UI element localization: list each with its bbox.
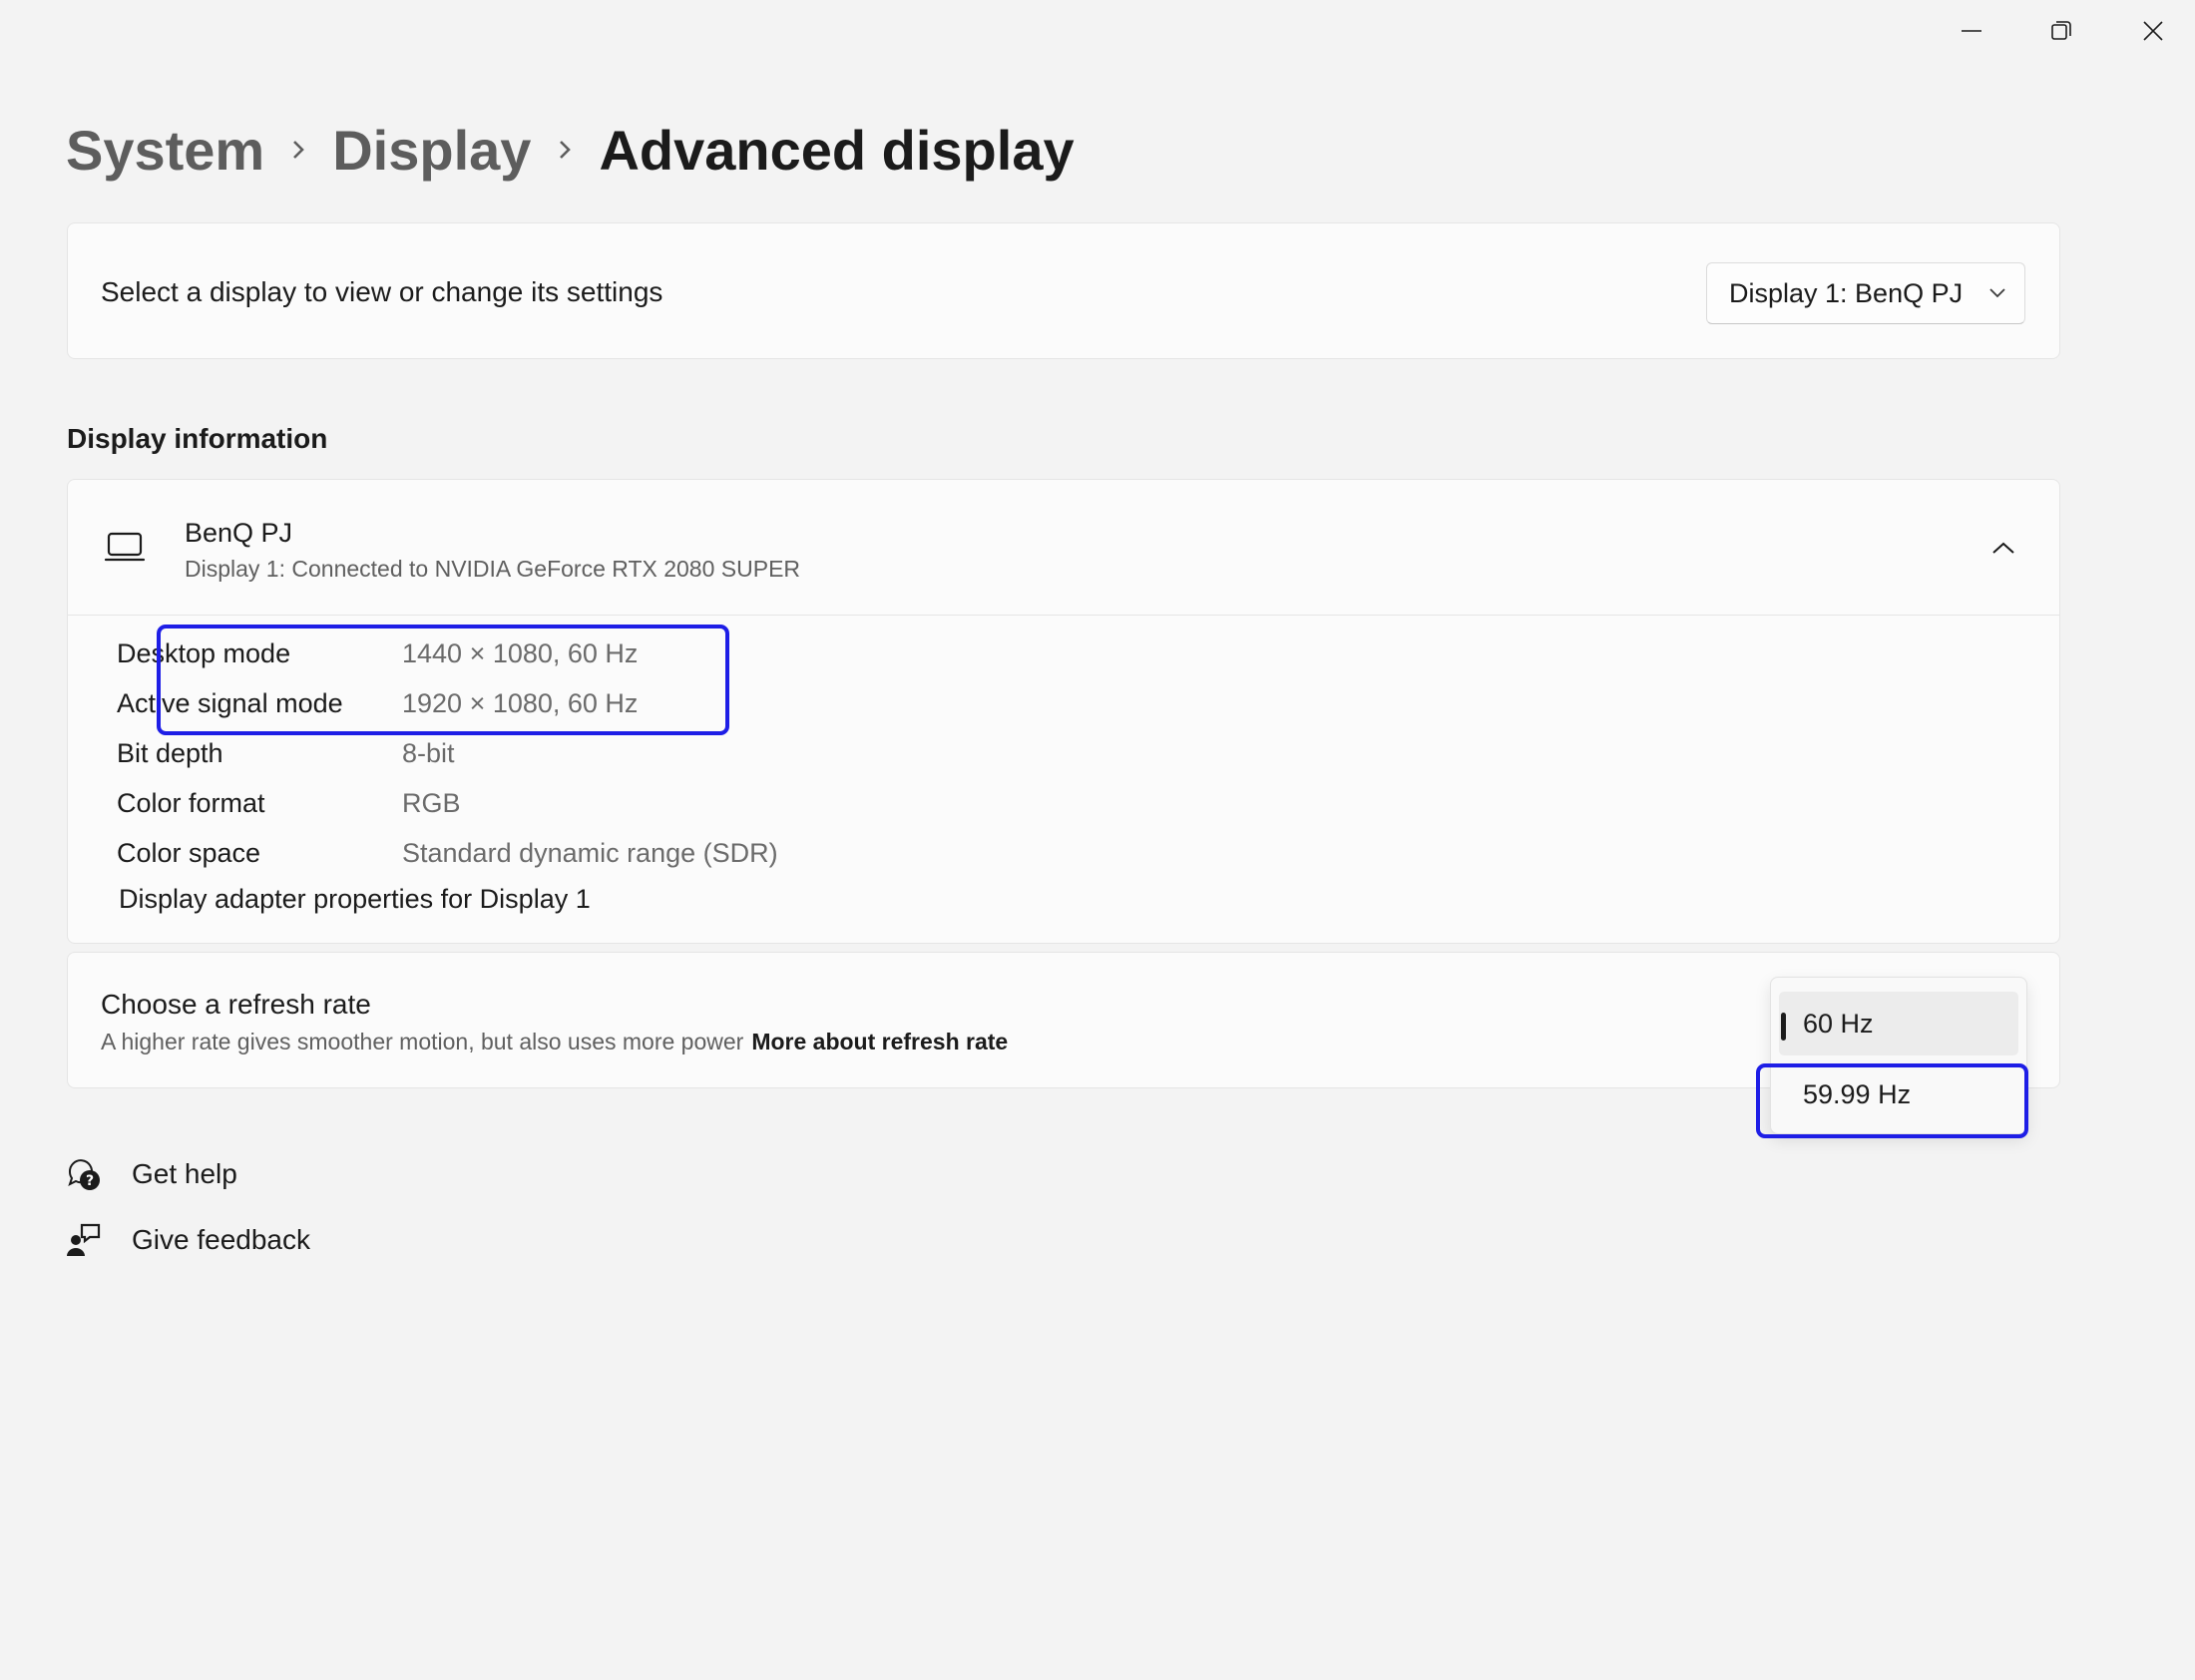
minimize-button[interactable] xyxy=(1926,0,2017,62)
section-title-display-information: Display information xyxy=(67,423,328,454)
svg-text:?: ? xyxy=(86,1173,94,1189)
give-feedback-icon xyxy=(66,1222,132,1258)
display-select-prompt: Select a display to view or change its s… xyxy=(101,275,663,307)
close-icon xyxy=(2143,21,2163,41)
refresh-rate-option-59-99[interactable]: 59.99 Hz xyxy=(1779,1062,2018,1126)
display-adapter-properties-link[interactable]: Display adapter properties for Display 1 xyxy=(119,884,591,915)
refresh-rate-option-60[interactable]: 60 Hz xyxy=(1779,992,2018,1055)
info-value: 1440 × 1080, 60 Hz xyxy=(402,637,639,668)
display-select-value: Display 1: BenQ PJ xyxy=(1729,277,1964,308)
info-label: Color format xyxy=(117,787,265,818)
info-row-desktop-mode: Desktop mode 1440 × 1080, 60 Hz xyxy=(117,633,638,673)
refresh-rate-dropdown[interactable]: 60 Hz 59.99 Hz xyxy=(1770,977,2027,1134)
selection-indicator xyxy=(1781,1013,1786,1041)
refresh-rate-desc-text: A higher rate gives smoother motion, but… xyxy=(101,1029,744,1054)
info-value: RGB xyxy=(402,787,461,818)
breadcrumb: System Display Advanced display xyxy=(66,112,1075,188)
display-select-card: Select a display to view or change its s… xyxy=(67,222,2060,359)
info-row-active-signal-mode: Active signal mode 1920 × 1080, 60 Hz xyxy=(117,683,638,723)
restore-button[interactable] xyxy=(2015,0,2107,62)
refresh-rate-card: Choose a refresh rate A higher rate give… xyxy=(67,952,2060,1088)
get-help-icon: ? xyxy=(66,1156,132,1192)
refresh-rate-description: A higher rate gives smoother motion, but… xyxy=(101,1029,1008,1055)
info-label: Desktop mode xyxy=(117,637,291,668)
info-row-color-space: Color space Standard dynamic range (SDR) xyxy=(117,833,778,873)
give-feedback-label: Give feedback xyxy=(132,1224,310,1255)
info-label: Bit depth xyxy=(117,737,223,768)
display-connection: Display 1: Connected to NVIDIA GeForce R… xyxy=(185,556,801,582)
give-feedback-link[interactable]: Give feedback xyxy=(66,1218,310,1262)
close-button[interactable] xyxy=(2107,0,2195,62)
info-value: 8-bit xyxy=(402,737,455,768)
get-help-label: Get help xyxy=(132,1158,237,1189)
info-value: 1920 × 1080, 60 Hz xyxy=(402,687,639,718)
display-info-header[interactable]: BenQ PJ Display 1: Connected to NVIDIA G… xyxy=(68,480,2059,616)
info-value: Standard dynamic range (SDR) xyxy=(402,837,778,868)
option-label: 59.99 Hz xyxy=(1803,1078,1912,1109)
display-name: BenQ PJ xyxy=(185,518,293,548)
chevron-right-icon xyxy=(264,137,332,163)
monitor-icon xyxy=(104,532,146,562)
get-help-link[interactable]: ? Get help xyxy=(66,1152,237,1196)
info-label: Active signal mode xyxy=(117,687,343,718)
option-label: 60 Hz xyxy=(1803,1008,1874,1039)
info-label: Color space xyxy=(117,837,261,868)
refresh-rate-title: Choose a refresh rate xyxy=(101,989,371,1020)
page-title: Advanced display xyxy=(599,118,1075,182)
more-about-refresh-rate-link[interactable]: More about refresh rate xyxy=(751,1029,1008,1054)
minimize-icon xyxy=(1962,30,1981,32)
info-row-color-format: Color format RGB xyxy=(117,783,461,823)
chevron-right-icon xyxy=(531,137,599,163)
breadcrumb-display[interactable]: Display xyxy=(332,118,531,183)
chevron-up-icon[interactable] xyxy=(1983,528,2023,568)
chevron-down-icon xyxy=(1971,287,2024,299)
restore-icon xyxy=(2051,21,2071,40)
info-row-bit-depth: Bit depth 8-bit xyxy=(117,733,455,773)
display-select-dropdown[interactable]: Display 1: BenQ PJ xyxy=(1706,262,2025,324)
breadcrumb-system[interactable]: System xyxy=(66,118,264,183)
